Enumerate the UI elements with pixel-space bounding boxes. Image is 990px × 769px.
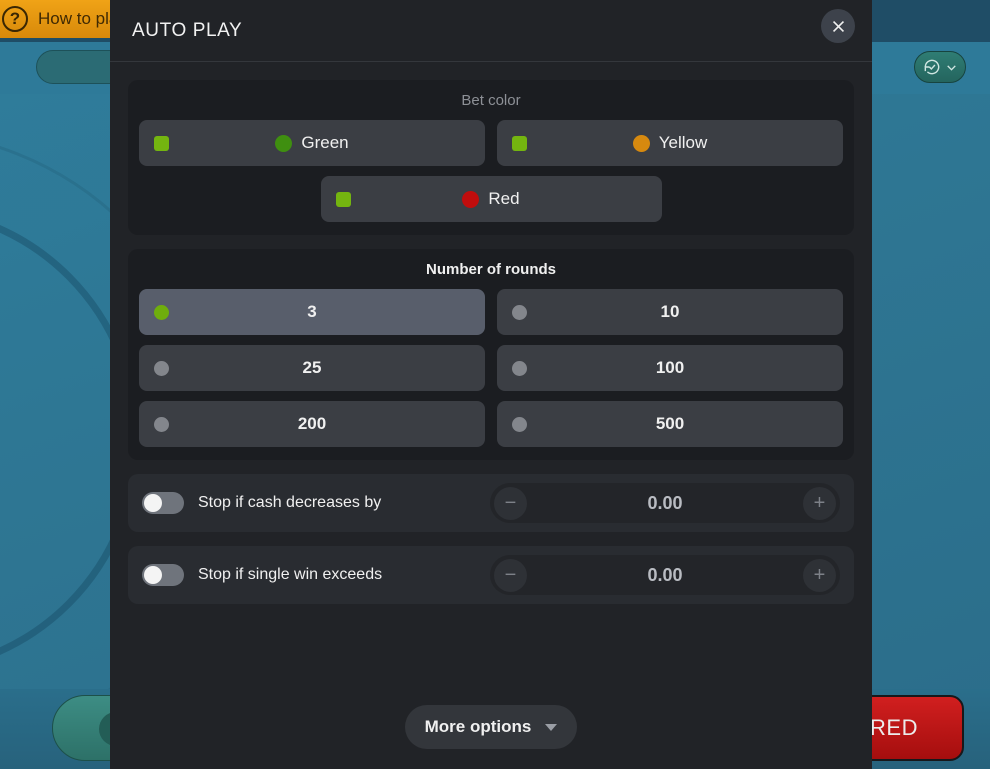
radio-dot-icon <box>512 304 527 320</box>
stop-cash-decrease-toggle[interactable] <box>142 492 184 514</box>
bet-color-option-yellow[interactable]: Yellow <box>497 120 843 166</box>
stop-cash-decrease-stepper: − 0.00 + <box>490 483 840 523</box>
green-swatch-icon <box>275 134 293 152</box>
chevron-down-icon <box>947 64 956 71</box>
rounds-option-3-label: 3 <box>307 302 317 321</box>
rounds-panel: Number of rounds 3 10 25 100 200 500 <box>128 249 854 460</box>
rounds-option-200-label: 200 <box>297 414 327 433</box>
close-icon <box>832 20 844 32</box>
increment-button[interactable]: + <box>803 486 836 520</box>
chevron-down-icon <box>545 723 558 731</box>
rounds-option-10-label: 10 <box>660 302 680 321</box>
rounds-option-25-label: 25 <box>302 358 322 377</box>
red-swatch-icon <box>462 190 480 208</box>
green-text: Green <box>301 133 349 152</box>
toggle-knob-icon <box>144 494 162 512</box>
bet-color-option-red[interactable]: Red <box>320 176 662 222</box>
decrement-button[interactable]: − <box>494 486 527 520</box>
radio-dot-icon <box>154 360 169 376</box>
rounds-option-3[interactable]: 3 <box>139 289 485 335</box>
more-options-label: More options <box>424 717 532 736</box>
stop-cash-decrease-value: 0.00 <box>647 492 683 513</box>
bet-color-yellow-label: Yellow <box>632 133 708 153</box>
rounds-option-200[interactable]: 200 <box>139 401 485 447</box>
bet-color-row-red: Red <box>139 176 843 222</box>
stop-single-win-label: Stop if single win exceeds <box>198 566 383 583</box>
question-mark-icon: ? <box>2 6 28 32</box>
radio-dot-icon <box>512 416 527 432</box>
yellow-swatch-icon <box>632 134 650 152</box>
increment-button[interactable]: + <box>803 558 836 592</box>
stop-single-win-value: 0.00 <box>647 564 683 585</box>
auto-play-dialog: AUTO PLAY Bet color Green Yellow Red Num… <box>110 0 872 769</box>
checkbox-square-icon <box>512 135 527 151</box>
bet-color-option-green[interactable]: Green <box>139 120 485 166</box>
plus-icon: + <box>813 492 826 514</box>
rounds-grid: 3 10 25 100 200 500 <box>139 289 843 447</box>
dialog-body: Bet color Green Yellow Red Number of rou… <box>110 62 872 685</box>
minus-icon: − <box>504 564 517 586</box>
rounds-option-25[interactable]: 25 <box>139 345 485 391</box>
rounds-option-100[interactable]: 100 <box>497 345 843 391</box>
toggle-knob-icon <box>144 566 162 584</box>
dialog-footer: More options <box>110 685 872 769</box>
bet-color-red-label: Red <box>462 189 520 209</box>
bet-color-panel: Bet color Green Yellow Red <box>128 80 854 235</box>
rounds-option-100-label: 100 <box>655 358 685 377</box>
radio-dot-icon <box>154 416 169 432</box>
rounds-option-10[interactable]: 10 <box>497 289 843 335</box>
plus-icon: + <box>813 564 826 586</box>
rounds-option-500[interactable]: 500 <box>497 401 843 447</box>
dialog-title: AUTO PLAY <box>132 19 243 41</box>
stop-single-win-row: Stop if single win exceeds − 0.00 + <box>128 546 854 604</box>
stop-single-win-toggle[interactable] <box>142 564 184 586</box>
red-bet-label: RED <box>870 715 918 740</box>
dialog-header: AUTO PLAY <box>110 0 872 62</box>
stop-single-win-stepper: − 0.00 + <box>490 555 840 595</box>
checkbox-square-icon <box>335 191 351 207</box>
rounds-option-500-label: 500 <box>655 414 685 433</box>
history-button[interactable] <box>914 51 966 83</box>
rounds-title: Number of rounds <box>426 261 556 278</box>
decrement-button[interactable]: − <box>494 558 527 592</box>
radio-dot-icon <box>512 360 527 376</box>
minus-icon: − <box>504 492 517 514</box>
history-check-icon <box>924 59 940 75</box>
radio-dot-icon <box>154 304 169 320</box>
more-options-button[interactable]: More options <box>404 705 578 749</box>
red-text: Red <box>488 189 520 208</box>
bet-color-title: Bet color <box>461 92 521 109</box>
close-button[interactable] <box>821 9 855 43</box>
yellow-text: Yellow <box>658 133 708 152</box>
stop-cash-decrease-label: Stop if cash decreases by <box>198 494 382 511</box>
checkbox-square-icon <box>154 135 169 151</box>
bet-color-green-label: Green <box>275 133 349 153</box>
stop-cash-decrease-row: Stop if cash decreases by − 0.00 + <box>128 474 854 532</box>
bet-color-grid: Green Yellow <box>139 120 843 166</box>
